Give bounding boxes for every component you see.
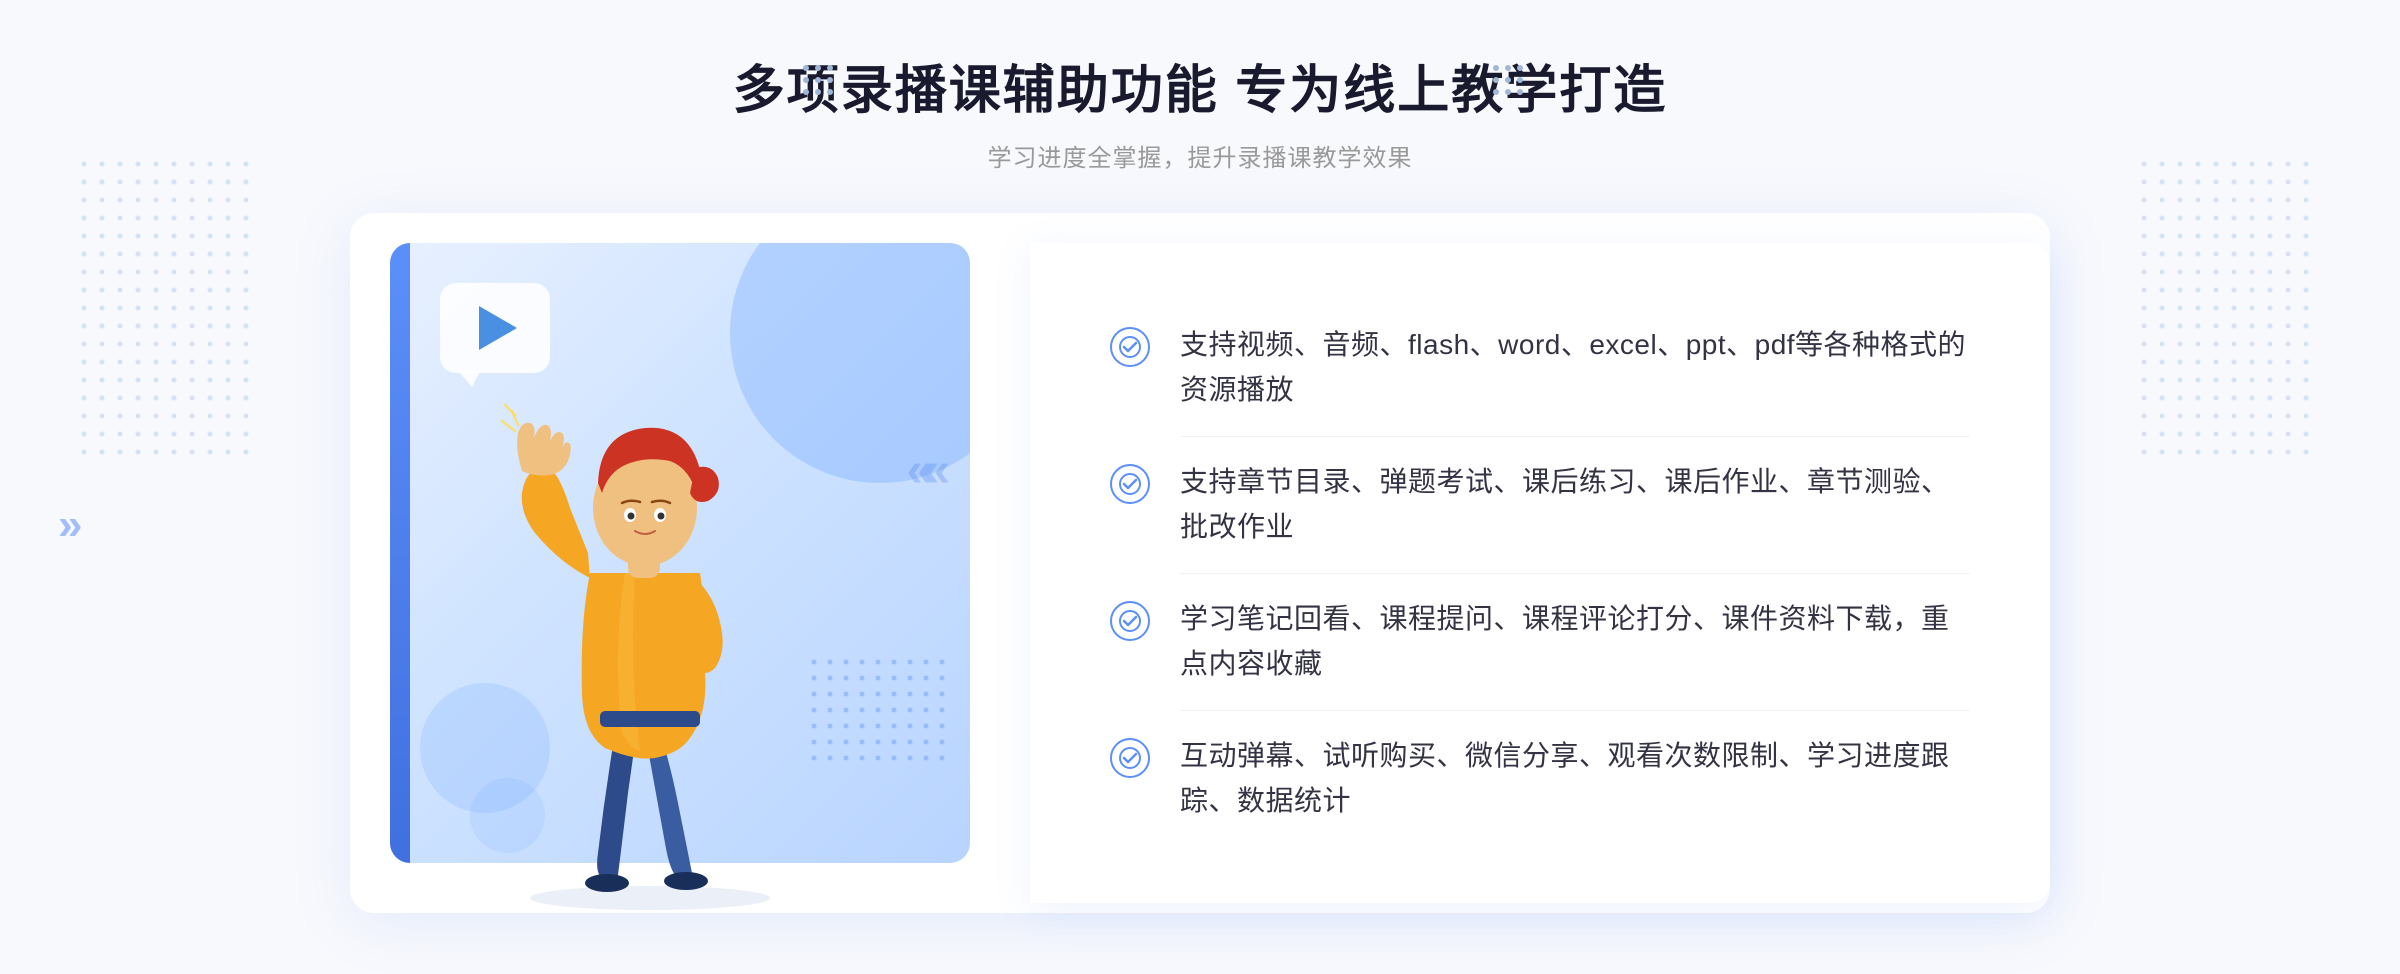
header-deco-left (800, 62, 848, 103)
feature-item-3: 学习笔记回看、课程提问、课程评论打分、课件资料下载，重点内容收藏 (1110, 581, 1970, 703)
check-icon-2 (1110, 464, 1150, 504)
main-title: 多项录播课辅助功能 专为线上教学打造 (0, 60, 2400, 122)
blue-accent-bar (390, 243, 410, 863)
divider-2 (1180, 573, 1970, 574)
check-icon-4 (1110, 738, 1150, 778)
page-container: » (0, 0, 2400, 974)
header-deco-right (1490, 62, 1538, 103)
check-icon-1 (1110, 327, 1150, 367)
divider-3 (1180, 710, 1970, 711)
play-button-bubble (440, 283, 550, 373)
feature-text-2: 支持章节目录、弹题考试、课后练习、课后作业、章节测验、批改作业 (1180, 460, 1970, 550)
feature-text-4: 互动弹幕、试听购买、微信分享、观看次数限制、学习进度跟踪、数据统计 (1180, 734, 1970, 824)
feature-item-2: 支持章节目录、弹题考试、课后练习、课后作业、章节测验、批改作业 (1110, 444, 1970, 566)
subtitle: 学习进度全掌握，提升录播课教学效果 (0, 138, 2400, 173)
illustration-panel: «« (350, 213, 1030, 913)
divider-1 (1180, 436, 1970, 437)
main-content-box: «« (350, 213, 2050, 913)
left-chevron-icon: » (58, 500, 74, 550)
features-panel: 支持视频、音频、flash、word、excel、ppt、pdf等各种格式的资源… (1030, 243, 2050, 903)
figure-illustration (450, 353, 850, 913)
feature-item-4: 互动弹幕、试听购买、微信分享、观看次数限制、学习进度跟踪、数据统计 (1110, 718, 1970, 840)
header-section: 多项录播课辅助功能 专为线上教学打造 学习进度全掌握，提升录播课教学效果 (0, 0, 2400, 213)
feature-item-1: 支持视频、音频、flash、word、excel、ppt、pdf等各种格式的资源… (1110, 307, 1970, 429)
check-icon-3 (1110, 601, 1150, 641)
feature-text-1: 支持视频、音频、flash、word、excel、ppt、pdf等各种格式的资源… (1180, 323, 1970, 413)
feature-text-3: 学习笔记回看、课程提问、课程评论打分、课件资料下载，重点内容收藏 (1180, 597, 1970, 687)
card-chevron-icon: «« (907, 443, 940, 498)
